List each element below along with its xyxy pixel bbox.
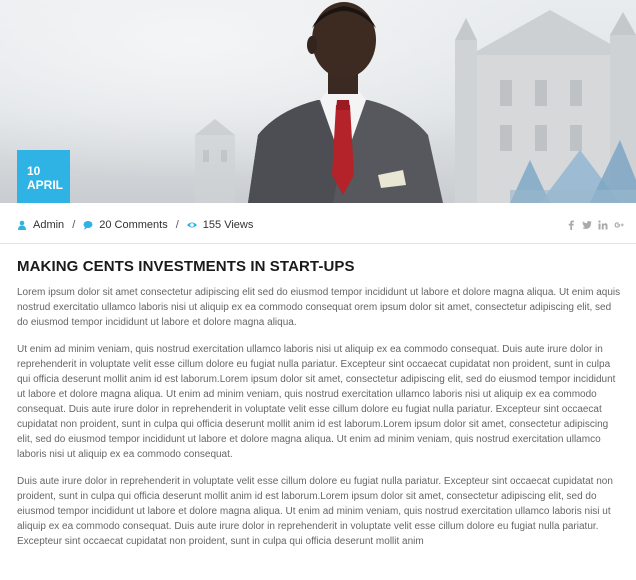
post-paragraph: Ut enim ad minim veniam, quis nostrud ex… — [17, 344, 616, 460]
comment-icon — [83, 221, 93, 230]
post-body: Lorem ipsum dolor sit amet consectetur a… — [17, 285, 621, 561]
comments-count: 20 Comments — [99, 219, 168, 231]
views-count: 155 Views — [202, 219, 254, 231]
hero-image: 10 APRIL — [0, 0, 636, 203]
meta-separator: / — [72, 219, 76, 231]
facebook-icon[interactable] — [566, 220, 576, 230]
views-count-item: 155 Views — [186, 219, 254, 231]
post-paragraph: Duis aute irure dolor in reprehenderit i… — [17, 476, 613, 547]
author-link[interactable]: Admin — [17, 219, 64, 231]
twitter-icon[interactable] — [582, 220, 592, 230]
post-meta: Admin / 20 Comments / 155 Views — [17, 219, 253, 231]
eye-icon — [186, 222, 197, 228]
businessman-photo — [248, 2, 443, 203]
user-icon — [18, 220, 26, 230]
post-meta-bar: Admin / 20 Comments / 155 Views — [0, 203, 636, 244]
date-badge: 10 APRIL — [17, 150, 70, 203]
bridge-structure-illustration — [510, 140, 636, 203]
social-share-links — [566, 220, 624, 230]
comments-link[interactable]: 20 Comments — [83, 219, 168, 231]
google-plus-icon[interactable] — [614, 220, 624, 230]
date-day: 10 — [27, 164, 41, 178]
linkedin-icon[interactable] — [598, 220, 608, 230]
meta-separator: / — [175, 219, 179, 231]
post-title: MAKING CENTS INVESTMENTS IN START-UPS — [17, 258, 355, 275]
post-paragraph: Lorem ipsum dolor sit amet consectetur a… — [17, 287, 621, 328]
date-month: APRIL — [27, 178, 63, 192]
author-name: Admin — [33, 219, 65, 231]
